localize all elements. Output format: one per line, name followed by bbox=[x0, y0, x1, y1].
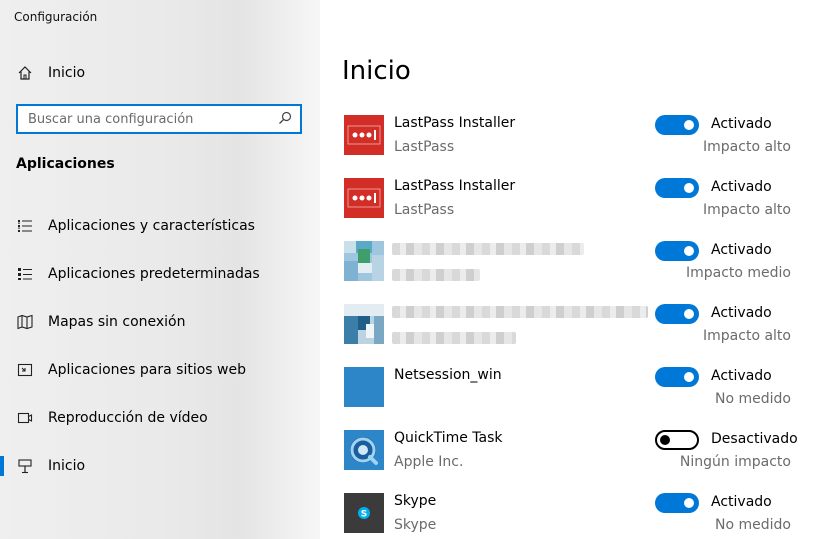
main-content: Inicio LastPass Installer LastPass Activ… bbox=[320, 0, 835, 539]
sidebar-item-offline-maps[interactable]: Mapas sin conexión bbox=[0, 298, 320, 346]
sidebar-item-label: Aplicaciones predeterminadas bbox=[48, 266, 260, 282]
map-icon bbox=[16, 313, 34, 331]
sidebar-item-label: Reproducción de vídeo bbox=[48, 410, 208, 426]
blurred-app-icon bbox=[344, 304, 384, 344]
sidebar-item-video-playback[interactable]: Reproducción de vídeo bbox=[0, 394, 320, 442]
impact-label: Impacto medio bbox=[685, 265, 791, 281]
startup-icon bbox=[16, 457, 34, 475]
impact-label: No medido bbox=[715, 391, 791, 407]
sidebar-item-label: Aplicaciones y características bbox=[48, 218, 255, 234]
app-name: LastPass Installer bbox=[394, 115, 516, 131]
sidebar-item-apps-features[interactable]: Aplicaciones y características bbox=[0, 202, 320, 250]
sidebar-item-default-apps[interactable]: Aplicaciones predeterminadas bbox=[0, 250, 320, 298]
toggle-knob bbox=[684, 120, 694, 130]
blurred-app-icon bbox=[344, 241, 384, 281]
startup-toggle[interactable] bbox=[655, 304, 699, 324]
skype-icon: S bbox=[344, 493, 384, 533]
list-item: Activado Impacto medio bbox=[320, 241, 835, 304]
app-name: LastPass Installer bbox=[394, 178, 516, 194]
svg-text:S: S bbox=[361, 510, 367, 520]
video-icon bbox=[16, 409, 34, 427]
page-title: Inicio bbox=[342, 56, 411, 86]
default-apps-icon bbox=[16, 265, 34, 283]
list-item: LastPass Installer LastPass Activado Imp… bbox=[320, 115, 835, 178]
blurred-app-name bbox=[392, 306, 648, 318]
blurred-app-name bbox=[392, 243, 584, 255]
blank-app-icon bbox=[344, 367, 384, 407]
toggle-state-label: Activado bbox=[711, 305, 772, 321]
search-input[interactable] bbox=[28, 111, 278, 127]
toggle-state-label: Activado bbox=[711, 242, 772, 258]
startup-app-list: LastPass Installer LastPass Activado Imp… bbox=[320, 115, 835, 539]
toggle-knob bbox=[684, 246, 694, 256]
impact-label: Impacto alto bbox=[703, 139, 791, 155]
web-apps-icon bbox=[16, 361, 34, 379]
window-title: Configuración bbox=[14, 10, 98, 24]
app-publisher: LastPass bbox=[394, 139, 455, 155]
list-item: Activado Impacto alto bbox=[320, 304, 835, 367]
toggle-state-label: Activado bbox=[711, 179, 772, 195]
startup-toggle[interactable] bbox=[655, 367, 699, 387]
impact-label: Impacto alto bbox=[703, 202, 791, 218]
toggle-knob bbox=[684, 309, 694, 319]
app-publisher: Skype bbox=[394, 517, 437, 533]
app-publisher: Apple Inc. bbox=[394, 454, 464, 470]
startup-toggle[interactable] bbox=[655, 241, 699, 261]
search-icon[interactable] bbox=[278, 110, 292, 129]
sidebar-item-label: Mapas sin conexión bbox=[48, 314, 186, 330]
sidebar-item-label: Aplicaciones para sitios web bbox=[48, 362, 246, 378]
sidebar-nav: Aplicaciones y características Aplicacio… bbox=[0, 202, 320, 490]
toggle-knob bbox=[684, 372, 694, 382]
impact-label: Ningún impacto bbox=[679, 454, 791, 470]
toggle-knob bbox=[660, 435, 670, 445]
blurred-app-publisher bbox=[392, 269, 480, 281]
app-name: Netsession_win bbox=[394, 367, 502, 383]
impact-label: No medido bbox=[715, 517, 791, 533]
blurred-app-publisher bbox=[392, 332, 516, 344]
home-label: Inicio bbox=[48, 65, 86, 81]
list-item: Netsession_win Activado No medido bbox=[320, 367, 835, 430]
toggle-state-label: Activado bbox=[711, 494, 772, 510]
home-nav-item[interactable]: Inicio bbox=[16, 62, 85, 84]
home-icon bbox=[16, 64, 34, 82]
sidebar: Configuración Inicio Aplicaciones Aplica… bbox=[0, 0, 320, 539]
app-publisher: LastPass bbox=[394, 202, 455, 218]
list-item: LastPass Installer LastPass Activado Imp… bbox=[320, 178, 835, 241]
settings-window: Configuración Inicio Aplicaciones Aplica… bbox=[0, 0, 835, 539]
search-box[interactable] bbox=[16, 104, 302, 134]
startup-toggle[interactable] bbox=[655, 115, 699, 135]
toggle-knob bbox=[684, 498, 694, 508]
quicktime-icon bbox=[344, 430, 384, 470]
toggle-state-label: Desactivado bbox=[711, 431, 798, 447]
impact-label: Impacto alto bbox=[703, 328, 791, 344]
section-title: Aplicaciones bbox=[16, 156, 115, 172]
app-name: QuickTime Task bbox=[394, 430, 503, 446]
lastpass-icon bbox=[344, 178, 384, 218]
toggle-knob bbox=[684, 183, 694, 193]
sidebar-item-label: Inicio bbox=[48, 458, 86, 474]
startup-toggle[interactable] bbox=[655, 430, 699, 450]
app-name: Skype bbox=[394, 493, 437, 509]
sidebar-item-web-apps[interactable]: Aplicaciones para sitios web bbox=[0, 346, 320, 394]
sidebar-item-startup[interactable]: Inicio bbox=[0, 442, 320, 490]
list-icon bbox=[16, 217, 34, 235]
lastpass-icon bbox=[344, 115, 384, 155]
toggle-state-label: Activado bbox=[711, 368, 772, 384]
startup-toggle[interactable] bbox=[655, 493, 699, 513]
toggle-state-label: Activado bbox=[711, 116, 772, 132]
list-item: QuickTime Task Apple Inc. Desactivado Ni… bbox=[320, 430, 835, 493]
startup-toggle[interactable] bbox=[655, 178, 699, 198]
list-item: S Skype Skype Activado No medido bbox=[320, 493, 835, 539]
